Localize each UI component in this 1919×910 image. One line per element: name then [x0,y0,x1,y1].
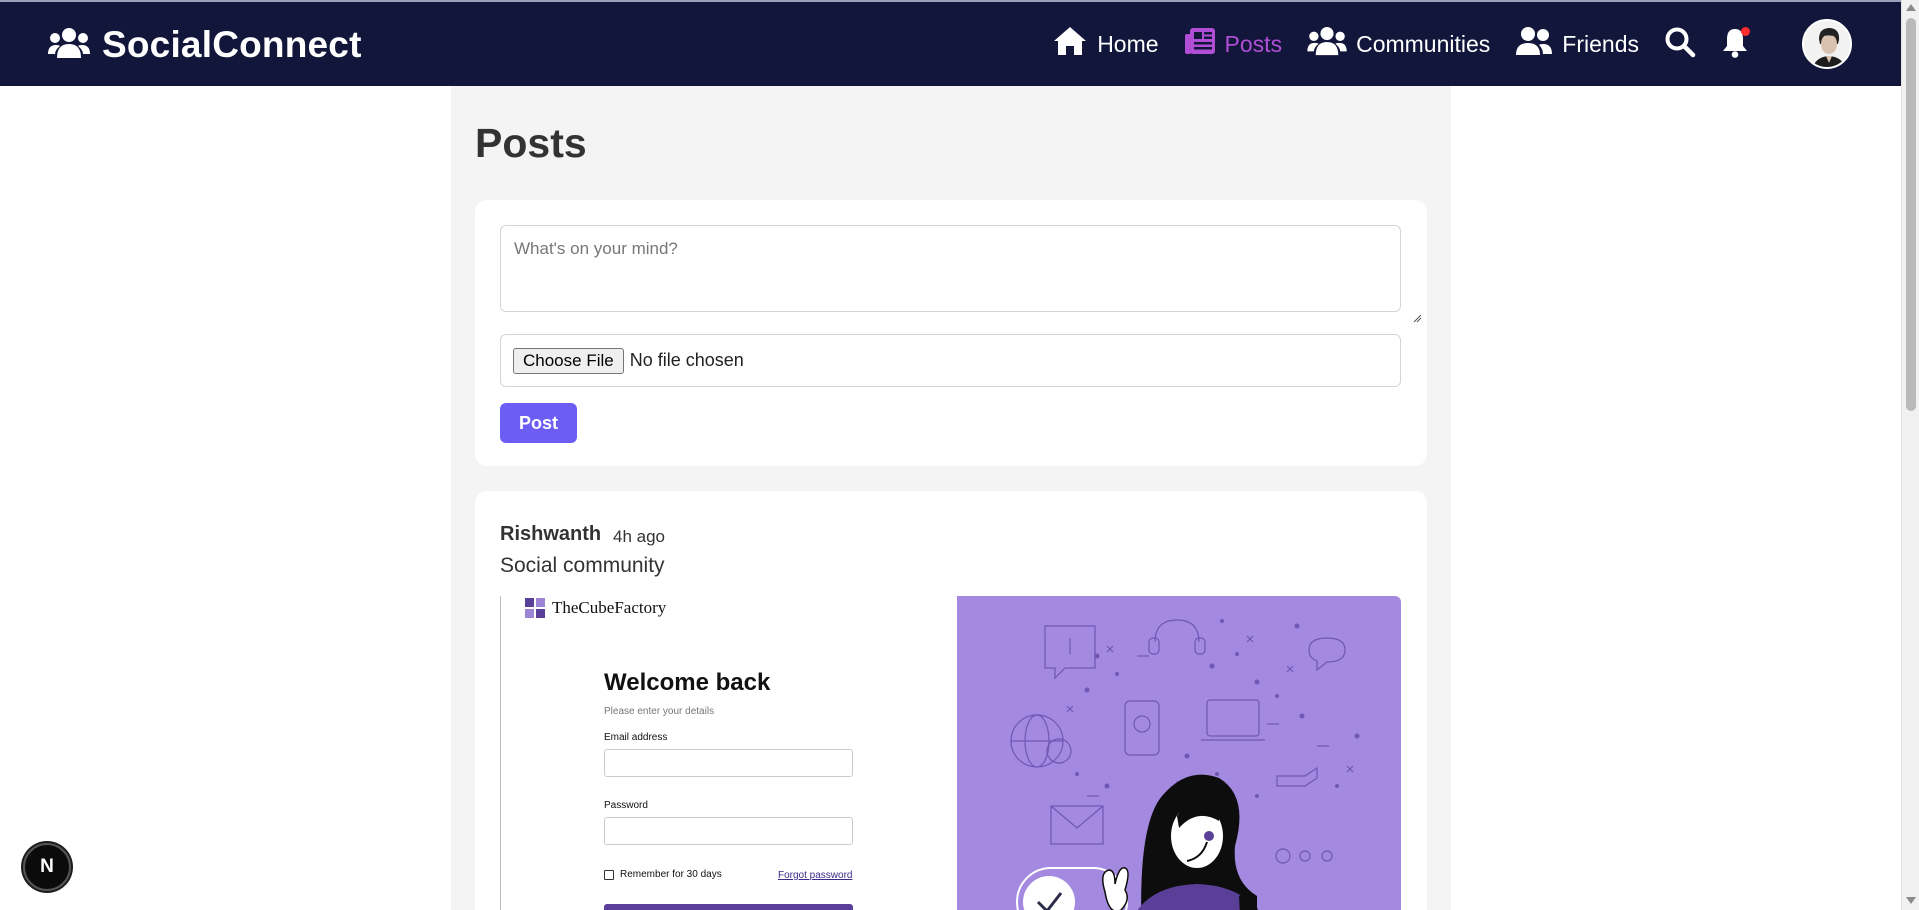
nav-item-friends[interactable]: Friends [1515,26,1639,62]
image-email-box [604,749,853,777]
users-icon [48,27,90,64]
page-title: Posts [475,120,587,166]
notification-dot [1741,26,1750,36]
image-forgot-link: Forgot password [778,870,853,881]
support-illustration [1010,619,1360,910]
user-friends-icon [1515,26,1553,62]
search-icon [1664,26,1696,63]
file-status-text: No file chosen [629,350,744,370]
image-illustration-panel [957,596,1401,910]
post-card: Rishwanth 4h ago Social community TheCub… [475,491,1427,910]
choose-file-button[interactable]: Choose File [513,347,624,374]
image-password-label: Password [604,800,648,811]
file-upload-field[interactable]: Choose File No file chosen [500,334,1401,387]
top-navbar: SocialConnect Home Posts Communities Fri… [0,0,1901,86]
image-signin-bar [604,904,853,910]
nav-item-communities[interactable]: Communities [1307,26,1490,62]
nav-label-posts: Posts [1224,30,1283,57]
scroll-thumb[interactable] [1906,18,1916,411]
users-icon [1307,26,1347,62]
search-button[interactable] [1664,26,1696,63]
nav-label-friends: Friends [1562,30,1639,57]
post-image[interactable]: TheCubeFactory Welcome back Please enter… [500,596,1401,910]
newspaper-icon [1184,26,1216,62]
nav-links: Home Posts Communities Friends [1052,2,1901,86]
brand[interactable]: SocialConnect [48,24,362,66]
post-timestamp: 4h ago [613,527,665,546]
image-remember-row: Remember for 30 days [604,869,722,880]
main-content: Posts Choose File No file chosen Post Ri… [451,86,1451,910]
nav-label-home: Home [1097,30,1159,57]
image-email-label: Email address [604,732,668,743]
post-author[interactable]: Rishwanth [500,523,601,546]
post-text-input[interactable] [500,225,1401,312]
image-brand-name: TheCubeFactory [552,598,667,617]
image-remember-label: Remember for 30 days [620,869,722,880]
nav-label-communities: Communities [1356,30,1491,57]
page-scrollbar[interactable] [1901,0,1919,910]
cube-logo-icon [525,598,545,618]
image-login-panel: TheCubeFactory Welcome back Please enter… [500,596,957,910]
notifications-button[interactable] [1721,26,1750,63]
image-heading: Welcome back [604,669,771,696]
cube-logo: TheCubeFactory [525,598,666,618]
post-button[interactable]: Post [500,403,577,443]
user-avatar[interactable] [1802,19,1852,69]
dev-badge-label: N [40,856,54,877]
scroll-up-arrow-icon[interactable] [1906,4,1916,11]
nav-item-posts[interactable]: Posts [1184,26,1283,62]
app-name: SocialConnect [102,24,362,65]
image-checkbox [604,869,614,880]
dev-tools-badge[interactable]: N [23,843,71,891]
image-password-box [604,817,853,845]
scroll-down-arrow-icon[interactable] [1906,897,1916,904]
post-text: Social community [500,554,665,577]
home-icon [1052,25,1088,63]
nav-item-home[interactable]: Home [1052,25,1159,63]
resize-grip-icon[interactable] [1412,310,1422,323]
image-subheading: Please enter your details [604,706,715,717]
post-composer: Choose File No file chosen Post [475,200,1427,466]
